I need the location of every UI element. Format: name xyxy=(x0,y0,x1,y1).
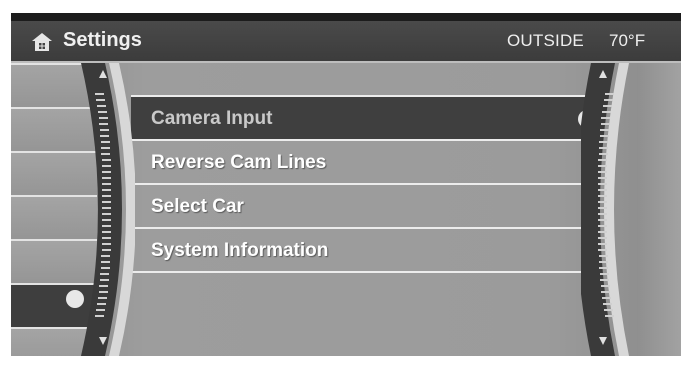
menu-item-label: Select Car xyxy=(151,196,244,217)
left-scroll-rail[interactable] xyxy=(75,63,135,356)
home-icon[interactable] xyxy=(31,32,53,52)
menu-item-reverse-cam-lines[interactable]: Reverse Cam Lines xyxy=(131,139,597,185)
menu-item-system-information[interactable]: System Information xyxy=(131,227,597,273)
outside-temperature-label: OUTSIDE xyxy=(507,31,584,50)
header-bar: Settings OUTSIDE 70°F xyxy=(11,21,681,63)
menu-divider xyxy=(131,271,597,273)
menu-item-select-car[interactable]: Select Car xyxy=(131,183,597,229)
menu-item-camera-input[interactable]: Camera Input xyxy=(131,95,597,141)
menu-item-label: System Information xyxy=(151,240,329,261)
display-frame: Settings OUTSIDE 70°F Camera Input Rever… xyxy=(0,0,691,368)
page-title: Settings xyxy=(63,29,142,51)
right-scroll-rail[interactable] xyxy=(581,63,645,356)
triangle-up-icon[interactable] xyxy=(98,69,108,79)
menu-area: Camera Input Reverse Cam Lines Select Ca… xyxy=(11,63,681,356)
triangle-up-icon[interactable] xyxy=(598,69,608,79)
menu-item-label: Camera Input xyxy=(151,108,273,129)
menu-item-label: Reverse Cam Lines xyxy=(151,152,327,173)
triangle-down-icon[interactable] xyxy=(598,336,608,346)
outside-temperature-value: 70°F xyxy=(609,31,646,50)
nav-screen: Settings OUTSIDE 70°F Camera Input Rever… xyxy=(11,13,681,356)
triangle-down-icon[interactable] xyxy=(98,336,108,346)
